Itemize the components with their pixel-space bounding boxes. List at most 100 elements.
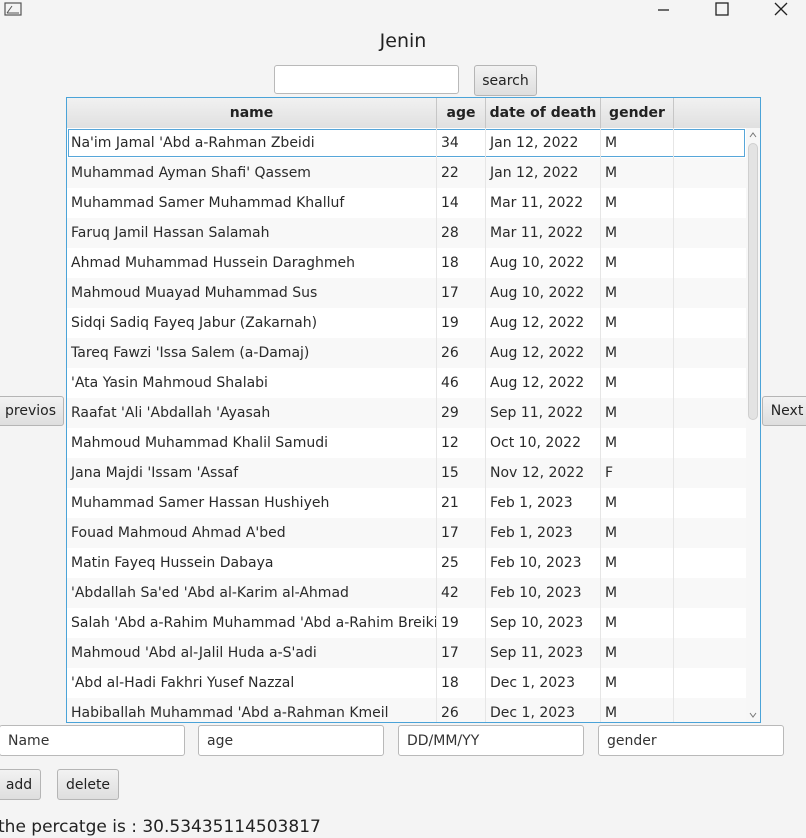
cell-gender: M bbox=[601, 638, 674, 668]
column-header-gender[interactable]: gender bbox=[601, 98, 674, 128]
cell-filler bbox=[674, 638, 746, 668]
cell-filler bbox=[674, 428, 746, 458]
cell-age: 18 bbox=[437, 248, 486, 278]
cell-name: Na'im Jamal 'Abd a-Rahman Zbeidi bbox=[67, 128, 437, 158]
cell-gender: M bbox=[601, 218, 674, 248]
table-row[interactable]: Raafat 'Ali 'Abdallah 'Ayasah 29 Sep 11, 2… bbox=[67, 398, 746, 428]
cell-age: 15 bbox=[437, 458, 486, 488]
table-row[interactable]: Fouad Mahmoud Ahmad A'bed 17 Feb 1, 2023 M bbox=[67, 518, 746, 548]
table-row[interactable]: Muhammad Ayman Shafi' Qassem 22 Jan 12, 20… bbox=[67, 158, 746, 188]
table-row[interactable]: 'Abdallah Sa'ed 'Abd al-Karim al-Ahmad 42… bbox=[67, 578, 746, 608]
cell-gender: M bbox=[601, 338, 674, 368]
cell-age: 17 bbox=[437, 518, 486, 548]
table-row[interactable]: Mahmoud Muayad Muhammad Sus 17 Aug 10, 202… bbox=[67, 278, 746, 308]
app-icon bbox=[4, 2, 22, 16]
cell-gender: M bbox=[601, 248, 674, 278]
cell-age: 25 bbox=[437, 548, 486, 578]
table-row[interactable]: Matin Fayeq Hussein Dabaya 25 Feb 10, 2023… bbox=[67, 548, 746, 578]
cell-name: Sidqi Sadiq Fayeq Jabur (Zakarnah) bbox=[67, 308, 437, 338]
cell-filler bbox=[674, 128, 746, 158]
vertical-scrollbar[interactable] bbox=[746, 128, 760, 722]
cell-age: 34 bbox=[437, 128, 486, 158]
cell-date-of-death: Feb 1, 2023 bbox=[486, 518, 601, 548]
minimize-icon[interactable] bbox=[643, 0, 683, 20]
gender-field[interactable] bbox=[598, 725, 784, 756]
cell-gender: M bbox=[601, 578, 674, 608]
cell-gender: M bbox=[601, 368, 674, 398]
records-table[interactable]: name age date of death gender Na'im Jama… bbox=[66, 97, 761, 723]
page-title: Jenin bbox=[379, 30, 427, 52]
cell-date-of-death: Mar 11, 2022 bbox=[486, 218, 601, 248]
table-row[interactable]: Na'im Jamal 'Abd a-Rahman Zbeidi 34 Jan 12… bbox=[67, 128, 746, 158]
cell-name: 'Ata Yasin Mahmoud Shalabi bbox=[67, 368, 437, 398]
cell-date-of-death: Jan 12, 2022 bbox=[486, 128, 601, 158]
cell-age: 12 bbox=[437, 428, 486, 458]
cell-date-of-death: Aug 12, 2022 bbox=[486, 338, 601, 368]
add-button[interactable]: add bbox=[0, 769, 41, 800]
cell-gender: M bbox=[601, 548, 674, 578]
cell-filler bbox=[674, 578, 746, 608]
date-of-death-field[interactable] bbox=[398, 725, 584, 756]
scroll-down-arrow-icon[interactable] bbox=[748, 710, 758, 720]
table-row[interactable]: Ahmad Muhammad Hussein Daraghmeh 18 Aug 10… bbox=[67, 248, 746, 278]
table-row[interactable]: Jana Majdi 'Issam 'Assaf 15 Nov 12, 2022 F bbox=[67, 458, 746, 488]
table-row[interactable]: Tareq Fawzi 'Issa Salem (a-Damaj) 26 Aug 1… bbox=[67, 338, 746, 368]
cell-gender: M bbox=[601, 488, 674, 518]
scroll-up-arrow-icon[interactable] bbox=[748, 130, 758, 140]
cell-name: Habiballah Muhammad 'Abd a-Rahman Kmeil bbox=[67, 698, 437, 722]
cell-age: 21 bbox=[437, 488, 486, 518]
table-row[interactable]: Mahmoud 'Abd al-Jalil Huda a-S'adi 17 Sep … bbox=[67, 638, 746, 668]
table-row[interactable]: Sidqi Sadiq Fayeq Jabur (Zakarnah) 19 Aug … bbox=[67, 308, 746, 338]
cell-gender: M bbox=[601, 398, 674, 428]
cell-age: 18 bbox=[437, 668, 486, 698]
cell-filler bbox=[674, 308, 746, 338]
cell-name: Jana Majdi 'Issam 'Assaf bbox=[67, 458, 437, 488]
cell-age: 26 bbox=[437, 338, 486, 368]
cell-age: 17 bbox=[437, 638, 486, 668]
maximize-icon[interactable] bbox=[702, 0, 742, 20]
table-row[interactable]: Muhammad Samer Muhammad Khalluf 14 Mar 11,… bbox=[67, 188, 746, 218]
table-row[interactable]: Mahmoud Muhammad Khalil Samudi 12 Oct 10, … bbox=[67, 428, 746, 458]
cell-name: Mahmoud 'Abd al-Jalil Huda a-S'adi bbox=[67, 638, 437, 668]
table-row[interactable]: Habiballah Muhammad 'Abd a-Rahman Kmeil 2… bbox=[67, 698, 746, 722]
previous-button[interactable]: previos bbox=[0, 396, 64, 426]
cell-gender: M bbox=[601, 158, 674, 188]
cell-name: Raafat 'Ali 'Abdallah 'Ayasah bbox=[67, 398, 437, 428]
search-input[interactable] bbox=[274, 65, 459, 94]
column-header-name[interactable]: name bbox=[67, 98, 437, 128]
cell-gender: F bbox=[601, 458, 674, 488]
cell-filler bbox=[674, 548, 746, 578]
close-icon[interactable] bbox=[761, 0, 801, 20]
table-row[interactable]: Faruq Jamil Hassan Salamah 28 Mar 11, 2022… bbox=[67, 218, 746, 248]
cell-gender: M bbox=[601, 668, 674, 698]
cell-name: Muhammad Ayman Shafi' Qassem bbox=[67, 158, 437, 188]
age-field[interactable] bbox=[198, 725, 384, 756]
next-button[interactable]: Next bbox=[762, 396, 806, 426]
search-button[interactable]: search bbox=[474, 65, 537, 96]
cell-name: Muhammad Samer Muhammad Khalluf bbox=[67, 188, 437, 218]
table-row[interactable]: Muhammad Samer Hassan Hushiyeh 21 Feb 1, 2… bbox=[67, 488, 746, 518]
table-row[interactable]: 'Ata Yasin Mahmoud Shalabi 46 Aug 12, 2022… bbox=[67, 368, 746, 398]
cell-filler bbox=[674, 368, 746, 398]
column-header-date-of-death[interactable]: date of death bbox=[486, 98, 601, 128]
column-header-age[interactable]: age bbox=[437, 98, 486, 128]
cell-name: Mahmoud Muhammad Khalil Samudi bbox=[67, 428, 437, 458]
cell-date-of-death: Feb 10, 2023 bbox=[486, 548, 601, 578]
cell-name: Muhammad Samer Hassan Hushiyeh bbox=[67, 488, 437, 518]
cell-age: 46 bbox=[437, 368, 486, 398]
cell-date-of-death: Mar 11, 2022 bbox=[486, 188, 601, 218]
cell-age: 14 bbox=[437, 188, 486, 218]
cell-filler bbox=[674, 188, 746, 218]
cell-age: 28 bbox=[437, 218, 486, 248]
delete-button[interactable]: delete bbox=[57, 769, 119, 800]
cell-date-of-death: Aug 12, 2022 bbox=[486, 308, 601, 338]
name-field[interactable] bbox=[0, 725, 185, 756]
scrollbar-thumb[interactable] bbox=[748, 143, 758, 420]
cell-filler bbox=[674, 248, 746, 278]
title-bar bbox=[0, 0, 806, 20]
cell-age: 29 bbox=[437, 398, 486, 428]
table-body: Na'im Jamal 'Abd a-Rahman Zbeidi 34 Jan 12… bbox=[67, 128, 746, 722]
cell-date-of-death: Aug 10, 2022 bbox=[486, 278, 601, 308]
table-row[interactable]: 'Abd al-Hadi Fakhri Yusef Nazzal 18 Dec 1,… bbox=[67, 668, 746, 698]
table-row[interactable]: Salah 'Abd a-Rahim Muhammad 'Abd a-Rahim… bbox=[67, 608, 746, 638]
